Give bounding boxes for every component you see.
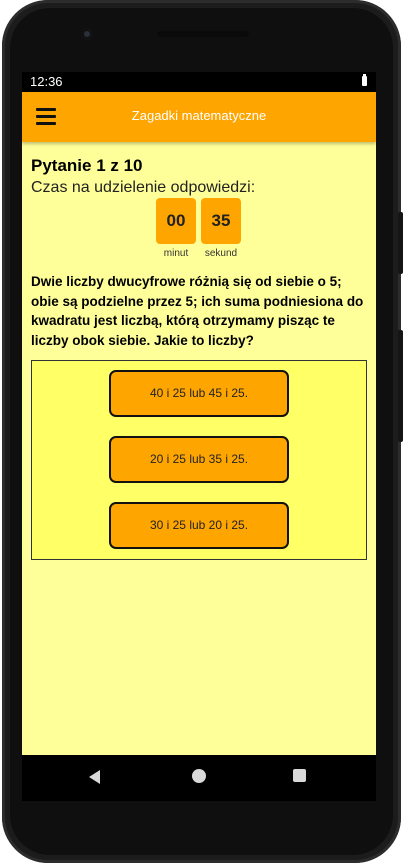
system-navigation-bar (22, 755, 376, 801)
power-button (398, 330, 403, 442)
app-screen: 12:36 Zagadki matematyczne Pytanie 1 z 1… (22, 72, 376, 755)
app-title: Zagadki matematyczne (131, 108, 267, 123)
answers-panel: 40 i 25 lub 45 i 25. 20 i 25 lub 35 i 25… (31, 360, 367, 560)
back-triangle-icon[interactable] (89, 770, 100, 784)
time-label: Czas na udzielenie odpowiedzi: (31, 179, 256, 196)
answer-button[interactable]: 40 i 25 lub 45 i 25. (109, 370, 289, 417)
earpiece-speaker (157, 31, 249, 37)
answer-button[interactable]: 20 i 25 lub 35 i 25. (109, 436, 289, 483)
status-time: 12:36 (30, 74, 63, 89)
question-counter: Pytanie 1 z 10 (31, 156, 143, 175)
recents-square-icon[interactable] (293, 769, 306, 782)
timer-seconds-label: sekund (204, 248, 238, 259)
home-circle-icon[interactable] (192, 769, 206, 783)
app-bar: Zagadki matematyczne (22, 92, 376, 142)
timer-minutes: 00 (156, 198, 196, 244)
answer-button[interactable]: 30 i 25 lub 20 i 25. (109, 502, 289, 549)
status-bar: 12:36 (22, 72, 376, 92)
timer-minutes-label: minut (163, 248, 189, 259)
front-camera (81, 28, 93, 40)
volume-button (398, 212, 403, 274)
timer-seconds: 35 (201, 198, 241, 244)
battery-icon (362, 74, 367, 86)
question-text: Dwie liczby dwucyfrowe różnią się od sie… (31, 274, 364, 348)
